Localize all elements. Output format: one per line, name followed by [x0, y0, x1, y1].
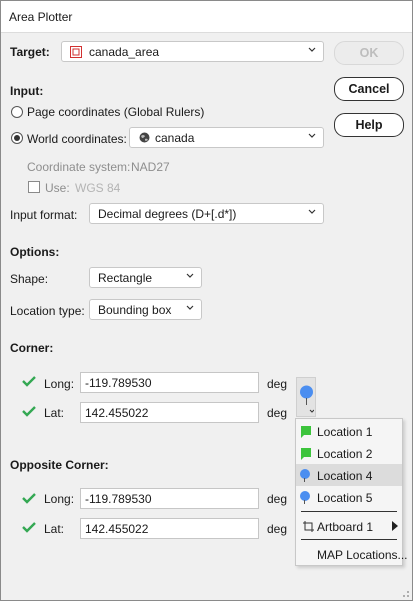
opposite-lat-input[interactable]: 142.455022: [80, 518, 259, 539]
globe-icon: [139, 132, 150, 143]
chevron-down-icon: [308, 133, 316, 138]
menu-item-label: Location 4: [317, 469, 373, 483]
menu-separator: [301, 511, 397, 512]
corner-lat-input[interactable]: 142.455022: [80, 402, 259, 423]
coordinate-system-label: Coordinate system:: [27, 160, 131, 174]
ok-button[interactable]: OK: [334, 41, 404, 65]
checkmark-icon: [22, 376, 36, 387]
options-heading: Options:: [10, 245, 60, 259]
menu-item-label: MAP Locations...: [317, 548, 408, 562]
corner-long-input[interactable]: -119.789530: [80, 372, 259, 393]
menu-separator: [301, 539, 397, 540]
menu-item-location-1[interactable]: Location 1: [296, 420, 402, 442]
page-coordinates-radio[interactable]: [11, 106, 23, 118]
artboard-icon: [303, 521, 314, 532]
corner-long-value: -119.789530: [85, 376, 152, 390]
input-format-value: Decimal degrees (D+[.d*]): [98, 207, 237, 221]
target-dropdown[interactable]: canada_area: [61, 41, 324, 62]
blue-pin-icon: [300, 491, 310, 504]
green-flag-icon: [301, 426, 311, 438]
opposite-lat-unit: deg: [267, 522, 288, 536]
corner-long-unit: deg: [267, 377, 288, 391]
input-heading: Input:: [10, 84, 44, 98]
opposite-long-input[interactable]: -119.789530: [80, 488, 259, 509]
opposite-lat-label: Lat:: [44, 522, 65, 536]
menu-item-label: Location 2: [317, 447, 373, 461]
location-picker-button[interactable]: [296, 377, 316, 417]
area-plotter-dialog: Area Plotter Target: canada_area OK Canc…: [0, 0, 413, 601]
location-menu: Location 1 Location 2 Location 4 Locatio…: [295, 418, 408, 566]
world-value: canada: [155, 131, 195, 145]
blue-pin-icon: [300, 469, 310, 482]
location-type-dropdown[interactable]: Bounding box: [89, 299, 202, 320]
menu-item-map-locations[interactable]: MAP Locations...: [296, 543, 408, 565]
world-coordinates-label: World coordinates:: [27, 132, 127, 146]
page-coordinates-label: Page coordinates (Global Rulers): [27, 105, 205, 119]
coordinate-system-value: NAD27: [131, 160, 170, 174]
menu-item-label: Location 5: [317, 491, 373, 505]
use-value: WGS 84: [75, 181, 121, 195]
submenu-arrow-icon: [392, 521, 398, 531]
corner-lat-label: Lat:: [44, 406, 65, 420]
help-button[interactable]: Help: [334, 113, 404, 137]
input-format-label: Input format:: [10, 208, 78, 222]
world-dropdown[interactable]: canada: [129, 127, 324, 148]
shape-label: Shape:: [10, 272, 49, 286]
chevron-down-icon: [308, 47, 316, 52]
opposite-corner-heading: Opposite Corner:: [10, 458, 109, 472]
location-type-label: Location type:: [10, 304, 85, 318]
corner-heading: Corner:: [10, 341, 54, 355]
title-bar: Area Plotter: [1, 1, 412, 33]
chevron-down-icon: [186, 305, 194, 310]
input-format-dropdown[interactable]: Decimal degrees (D+[.d*]): [89, 203, 324, 224]
use-label: Use:: [45, 181, 70, 195]
checkmark-icon: [22, 522, 36, 533]
map-pin-icon: [300, 385, 314, 413]
checkmark-icon: [22, 406, 36, 417]
opposite-long-value: -119.789530: [85, 492, 152, 506]
opposite-long-label: Long:: [44, 492, 75, 506]
menu-item-location-2[interactable]: Location 2: [296, 442, 402, 464]
opposite-lat-value: 142.455022: [85, 522, 149, 536]
checkmark-icon: [22, 493, 36, 504]
menu-item-location-4[interactable]: Location 4: [296, 464, 402, 486]
corner-lat-value: 142.455022: [85, 406, 149, 420]
resize-grip-icon[interactable]: [401, 589, 410, 598]
shape-value: Rectangle: [98, 271, 153, 285]
cancel-button[interactable]: Cancel: [334, 77, 404, 101]
target-label: Target:: [10, 45, 50, 59]
world-coordinates-radio[interactable]: [11, 132, 23, 144]
target-value: canada_area: [89, 45, 160, 59]
corner-long-label: Long:: [44, 377, 75, 391]
chevron-down-icon: [186, 273, 194, 278]
menu-item-label: Artboard 1: [317, 520, 374, 534]
green-flag-icon: [301, 448, 311, 460]
window-title: Area Plotter: [9, 10, 73, 24]
opposite-long-unit: deg: [267, 492, 288, 506]
shape-dropdown[interactable]: Rectangle: [89, 267, 202, 288]
chevron-down-icon: [308, 209, 316, 214]
menu-item-label: Location 1: [317, 425, 373, 439]
layer-icon: [70, 46, 82, 58]
menu-item-location-5[interactable]: Location 5: [296, 486, 402, 508]
location-type-value: Bounding box: [98, 303, 172, 317]
corner-lat-unit: deg: [267, 406, 288, 420]
menu-item-artboard[interactable]: Artboard 1: [296, 515, 402, 537]
use-checkbox[interactable]: [28, 181, 40, 193]
